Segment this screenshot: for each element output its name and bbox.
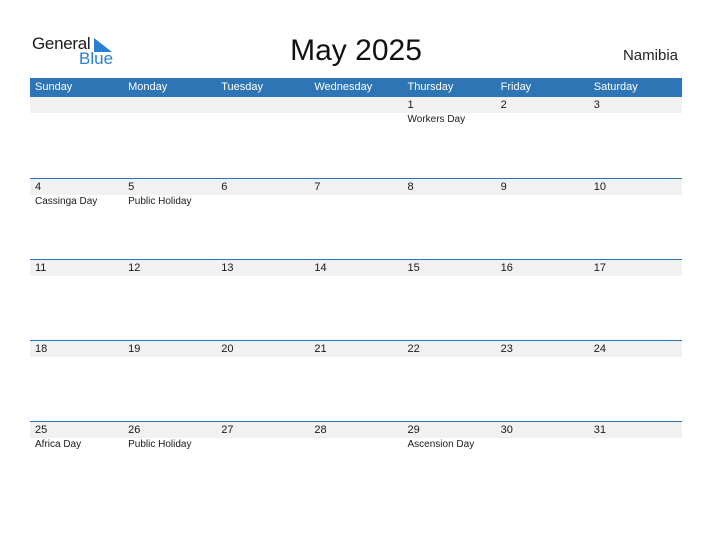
holiday-label <box>30 113 123 127</box>
weekday-monday: Monday <box>128 81 168 93</box>
day-number: 22 <box>407 343 420 355</box>
weekday-tuesday: Tuesday <box>221 81 264 93</box>
weekday-wednesday: Wednesday <box>314 81 373 93</box>
date-band: 4 5 6 7 8 9 10 <box>30 179 682 195</box>
day-number: 9 <box>500 181 507 193</box>
day-number <box>216 97 309 113</box>
day-number: 10 <box>593 181 606 193</box>
holiday-label <box>216 438 309 452</box>
week-row: 11 12 13 14 15 16 17 <box>30 259 682 340</box>
day-number: 23 <box>500 343 513 355</box>
holiday-label: Ascension Day <box>407 439 475 450</box>
weekday-saturday: Saturday <box>593 81 638 93</box>
holiday-label: Workers Day <box>407 114 466 125</box>
day-number: 1 <box>407 99 414 111</box>
holiday-band: Workers Day <box>30 113 682 127</box>
day-number: 28 <box>314 424 327 436</box>
day-number: 27 <box>221 424 234 436</box>
day-number: 25 <box>35 424 48 436</box>
holiday-label <box>309 113 402 127</box>
weekday-header: Sunday Monday Tuesday Wednesday Thursday… <box>30 78 682 97</box>
holiday-label <box>123 113 216 127</box>
day-number: 5 <box>128 181 135 193</box>
weekday-thursday: Thursday <box>407 81 454 93</box>
day-number: 2 <box>500 99 507 111</box>
weekday-sunday: Sunday <box>35 81 73 93</box>
day-number <box>30 97 123 113</box>
week-row: 18 19 20 21 22 23 24 <box>30 340 682 421</box>
holiday-label: Public Holiday <box>128 196 192 207</box>
holiday-label <box>496 113 589 127</box>
week-row: 25 26 27 28 29 30 31 Africa Day Public Holiday As… <box>30 421 682 502</box>
day-number: 13 <box>221 262 234 274</box>
holiday-label <box>403 195 496 209</box>
day-number: 29 <box>407 424 420 436</box>
holiday-label <box>496 438 589 452</box>
day-number: 24 <box>593 343 606 355</box>
holiday-label <box>216 113 309 127</box>
country-name: Namibia <box>622 47 678 64</box>
holiday-label <box>589 195 682 209</box>
holiday-band: Africa Day Public Holiday Ascension Day <box>30 438 682 452</box>
date-band: 11 12 13 14 15 16 17 <box>30 260 682 276</box>
calendar-grid: Sunday Monday Tuesday Wednesday Thursday… <box>30 78 682 502</box>
day-number: 21 <box>314 343 327 355</box>
day-number: 19 <box>128 343 141 355</box>
day-number: 20 <box>221 343 234 355</box>
holiday-label <box>589 438 682 452</box>
day-number: 17 <box>593 262 606 274</box>
weekday-friday: Friday <box>500 81 532 93</box>
holiday-label <box>216 195 309 209</box>
holiday-label <box>309 438 402 452</box>
day-number: 30 <box>500 424 513 436</box>
holiday-label <box>589 113 682 127</box>
day-number <box>309 97 402 113</box>
day-number: 6 <box>221 181 228 193</box>
week-row: 1 2 3 Workers Day <box>30 97 682 178</box>
day-number: 3 <box>593 99 600 111</box>
date-band: 25 26 27 28 29 30 31 <box>30 422 682 438</box>
date-band: 18 19 20 21 22 23 24 <box>30 341 682 357</box>
day-number: 4 <box>35 181 42 193</box>
day-number: 18 <box>35 343 48 355</box>
weeks-container: 1 2 3 Workers Day 4 5 6 7 8 9 10 Cassinga Day Public… <box>30 97 682 502</box>
day-number: 14 <box>314 262 327 274</box>
day-number: 7 <box>314 181 321 193</box>
day-number: 15 <box>407 262 420 274</box>
holiday-band: Cassinga Day Public Holiday <box>30 195 682 209</box>
date-band: 1 2 3 <box>30 97 682 113</box>
day-number: 26 <box>128 424 141 436</box>
week-row: 4 5 6 7 8 9 10 Cassinga Day Public Holiday <box>30 178 682 259</box>
day-number: 12 <box>128 262 141 274</box>
day-number: 31 <box>593 424 606 436</box>
day-number: 8 <box>407 181 414 193</box>
day-number: 11 <box>35 262 47 274</box>
day-number <box>123 97 216 113</box>
holiday-label <box>496 195 589 209</box>
holiday-label: Public Holiday <box>128 439 192 450</box>
calendar-title: May 2025 <box>290 34 422 67</box>
holiday-label: Africa Day <box>35 439 82 450</box>
day-number: 16 <box>500 262 513 274</box>
holiday-label <box>309 195 402 209</box>
holiday-label: Cassinga Day <box>35 196 98 207</box>
